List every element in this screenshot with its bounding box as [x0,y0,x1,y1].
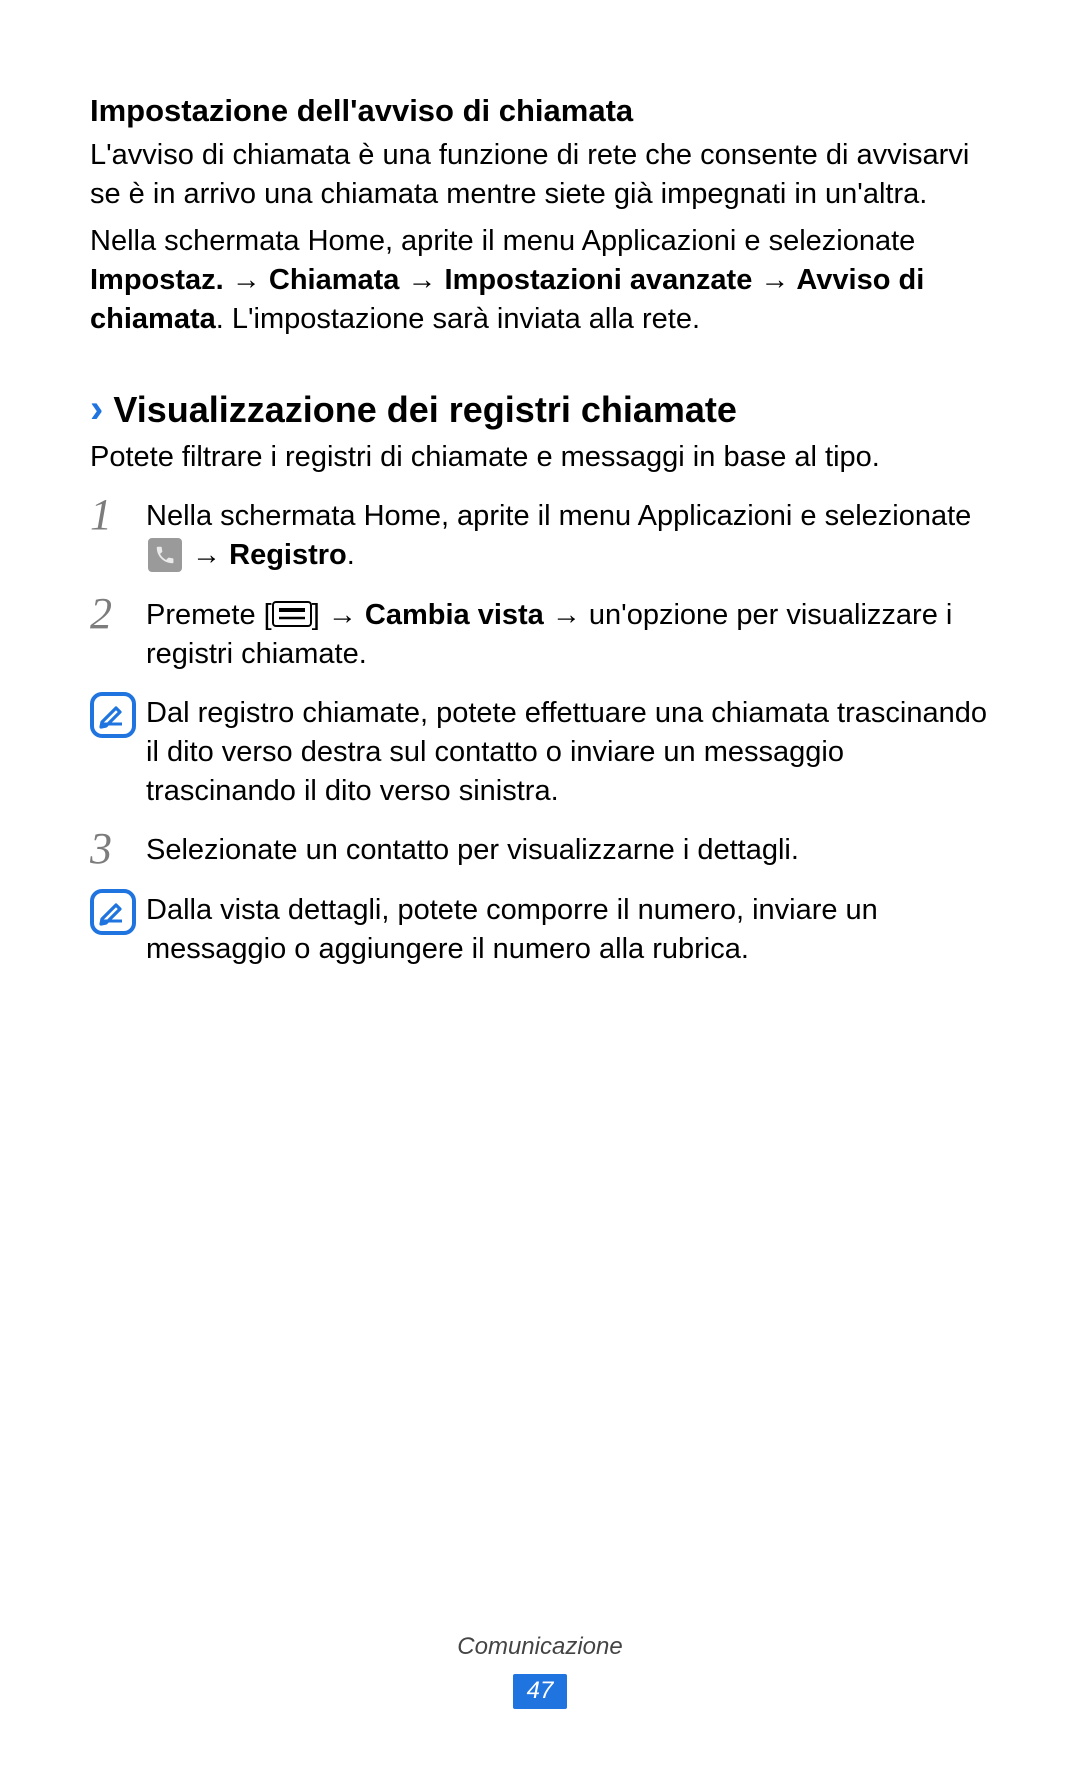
paragraph-call-waiting-desc: L'avviso di chiamata è una funzione di r… [90,136,990,214]
note-details: Dalla vista dettagli, potete comporre il… [90,889,990,969]
heading-call-logs-text: Visualizzazione dei registri chiamate [113,386,737,435]
phone-icon [148,538,182,572]
arrow-icon: → [752,264,796,296]
text-fragment: Nella schermata Home, aprite il menu App… [90,225,915,257]
footer-section-label: Comunicazione [0,1631,1080,1663]
path-impostaz: Impostaz. [90,264,224,296]
path-chiamata: Chiamata [269,264,400,296]
note-body: Dal registro chiamate, potete effettuare… [146,692,990,811]
paragraph-call-logs-intro: Potete filtrare i registri di chiamate e… [90,438,990,477]
page-footer: Comunicazione 47 [0,1631,1080,1709]
text-fragment: Premete [ [146,599,272,631]
step-number: 1 [90,493,146,537]
path-cambia-vista: Cambia vista [365,599,544,631]
step-body: Nella schermata Home, aprite il menu App… [146,495,990,575]
note-pencil-icon [90,889,136,935]
step-2: 2 Premete [ ] → Cambia vista → un'opzion… [90,594,990,674]
heading-call-waiting: Impostazione dell'avviso di chiamata [90,90,990,132]
step-number: 3 [90,827,146,871]
menu-key-icon [272,601,312,627]
page-number-badge: 47 [513,1674,568,1709]
step-body: Premete [ ] → Cambia vista → un'opzione … [146,594,990,674]
note-icon-wrap [90,692,146,738]
step-number: 2 [90,592,146,636]
text-fragment: ] → [312,599,365,631]
caret-icon: › [90,393,103,425]
text-fragment: Nella schermata Home, aprite il menu App… [146,500,971,532]
text-fragment: . L'impostazione sarà inviata alla rete. [216,303,700,335]
arrow-icon: → [184,539,229,571]
arrow-icon: → [224,264,269,296]
path-registro: Registro [229,539,347,571]
heading-call-logs: › Visualizzazione dei registri chiamate [90,386,990,435]
step-1: 1 Nella schermata Home, aprite il menu A… [90,495,990,575]
note-body: Dalla vista dettagli, potete comporre il… [146,889,990,969]
path-impostazioni-avanzate: Impostazioni avanzate [445,264,753,296]
note-swipe: Dal registro chiamate, potete effettuare… [90,692,990,811]
paragraph-call-waiting-path: Nella schermata Home, aprite il menu App… [90,222,990,339]
arrow-icon: → [399,264,444,296]
note-icon-wrap [90,889,146,935]
step-3: 3 Selezionate un contatto per visualizza… [90,829,990,871]
step-body: Selezionate un contatto per visualizzarn… [146,829,990,870]
text-fragment: . [347,539,355,571]
note-pencil-icon [90,692,136,738]
